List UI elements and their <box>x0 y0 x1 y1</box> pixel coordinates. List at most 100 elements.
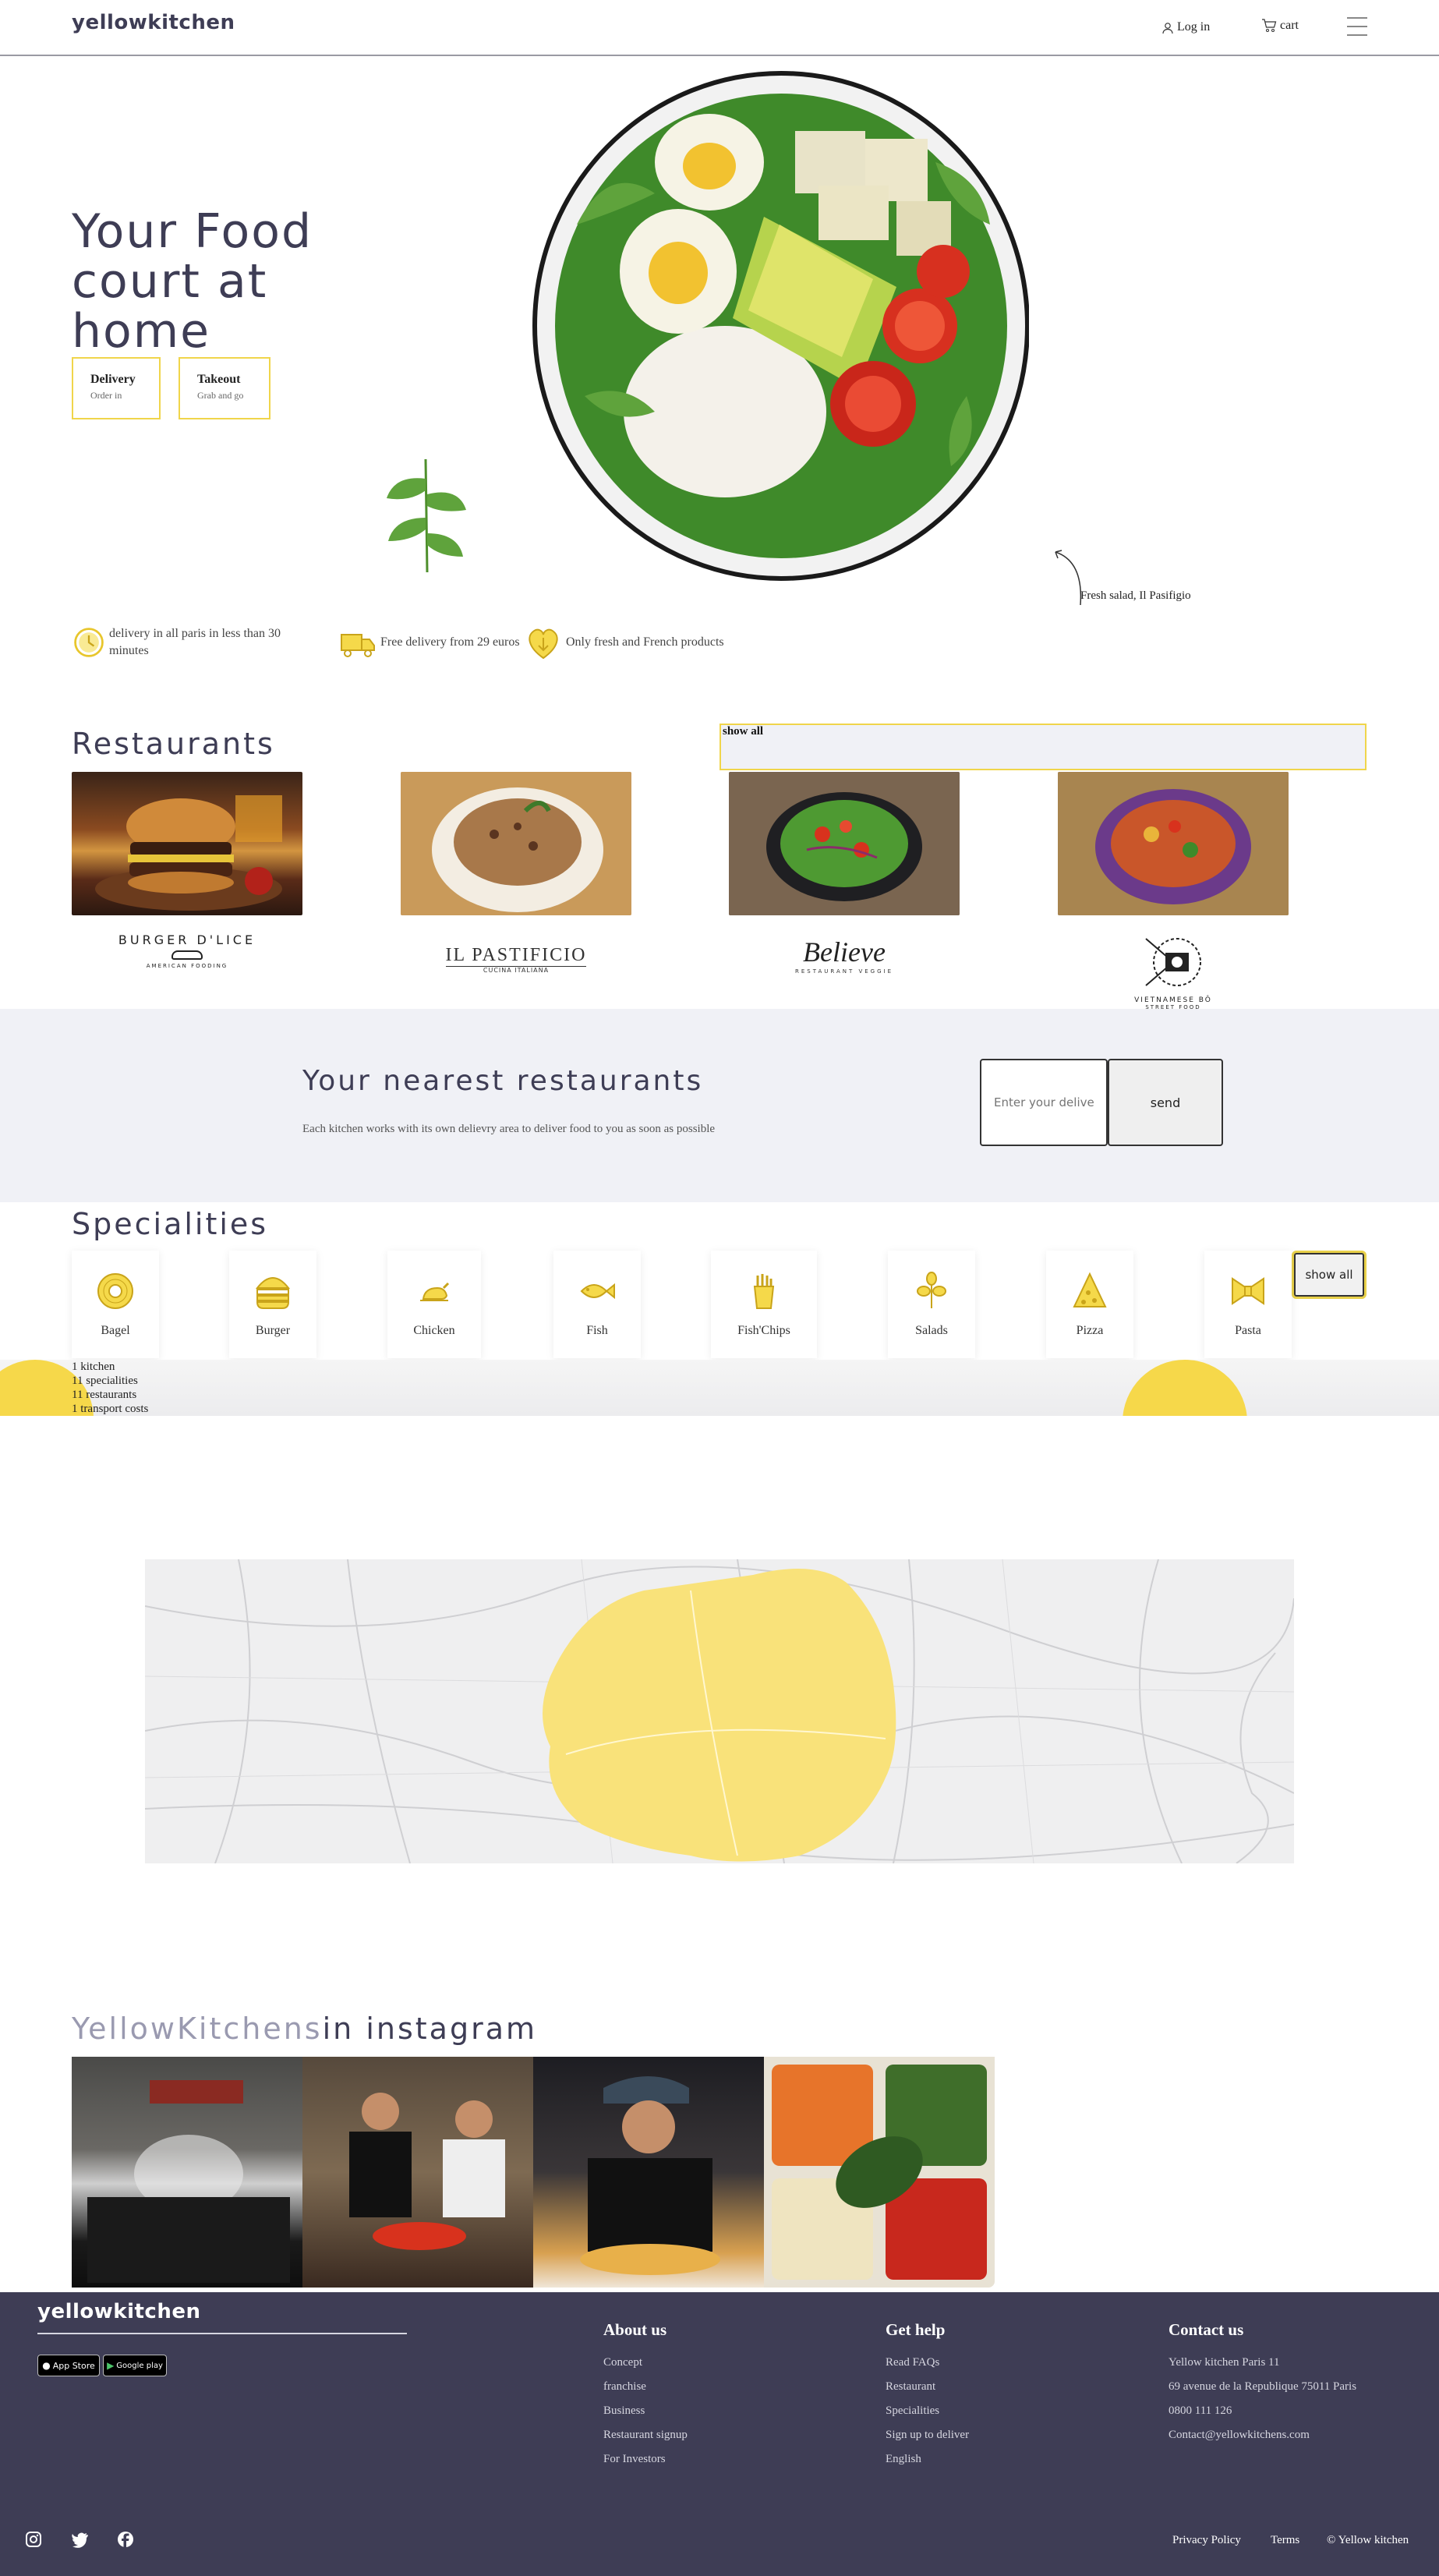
apple-icon: ● <box>42 2360 51 2371</box>
bento-box-photo <box>772 2065 987 2280</box>
chicken-icon <box>420 1282 450 1301</box>
stat-specialities: 11 specialities <box>72 1375 138 1387</box>
takeout-button[interactable]: Takeout Grab and go <box>179 357 270 419</box>
footer-contact-phone[interactable]: 0800 111 126 <box>1169 2399 1356 2423</box>
footer-link-concept[interactable]: Concept <box>603 2351 688 2375</box>
login-link[interactable]: Log in <box>1161 20 1210 34</box>
delivery-label: Delivery <box>90 373 136 386</box>
instagram-label: in instagram <box>322 2012 538 2046</box>
pizza-icon <box>1073 1272 1107 1307</box>
speciality-fish[interactable]: Fish <box>553 1251 641 1358</box>
footer-link-restaurant-signup[interactable]: Restaurant signup <box>603 2423 688 2447</box>
restaurant-card-vietnamese[interactable] <box>1058 772 1289 915</box>
footer-help-column: Get help Read FAQs Restaurant Specialiti… <box>886 2320 969 2472</box>
instagram-icon[interactable] <box>25 2531 42 2548</box>
instagram-photo-chef[interactable] <box>533 2057 764 2288</box>
footer-link-language[interactable]: English <box>886 2447 969 2472</box>
privacy-policy-link[interactable]: Privacy Policy <box>1172 2534 1241 2547</box>
footer-about-title: About us <box>603 2320 667 2339</box>
restaurant-card-burger[interactable] <box>72 772 302 915</box>
stirfry-photo <box>1058 772 1289 915</box>
restaurant-card-pasta[interactable] <box>401 772 631 915</box>
footer-link-restaurant[interactable]: Restaurant <box>886 2375 969 2399</box>
footer-contact-email[interactable]: Contact@yellowkitchens.com <box>1169 2423 1356 2447</box>
logo-vietnamese-bo[interactable]: VIETNAMESE BÔ STREET FOOD <box>1058 931 1289 1010</box>
specialities-show-all-button[interactable]: show all <box>1292 1251 1367 1299</box>
clock-icon <box>74 628 104 657</box>
stat-restaurants: 11 restaurants <box>72 1389 137 1401</box>
google-play-badge[interactable]: ▶ Google play <box>103 2355 167 2376</box>
delivery-address-input[interactable] <box>980 1059 1108 1146</box>
specialities-title: Specialities <box>72 1207 269 1241</box>
logo-yellow: yellow <box>72 11 148 34</box>
google-play-label: Google play <box>116 2361 163 2370</box>
restaurants-show-all-button[interactable]: show all <box>720 724 1367 770</box>
user-icon <box>1162 23 1173 34</box>
footer-divider <box>37 2333 407 2334</box>
feature-delivery-time: delivery in all paris in less than 30 mi… <box>72 624 306 661</box>
restaurant-name: Believe <box>803 936 886 968</box>
facebook-icon[interactable] <box>117 2531 134 2548</box>
app-store-badge[interactable]: ● App Store <box>37 2355 100 2376</box>
logo[interactable]: yellowkitchen <box>72 11 235 34</box>
logo-burger-dlice[interactable]: BURGER D'LICE AMERICAN FOODING <box>72 932 302 969</box>
street-stall-photo <box>87 2080 290 2283</box>
nearest-section: Your nearest restaurants Each kitchen wo… <box>0 1009 1439 1202</box>
takeout-sublabel: Grab and go <box>197 390 244 401</box>
delivery-area-map <box>145 1559 1294 1863</box>
stat-transport: 1 transport costs <box>72 1403 149 1415</box>
speciality-label: Fish'Chips <box>737 1324 790 1337</box>
restaurant-name: BURGER D'LICE <box>118 932 256 947</box>
footer-link-deliver-signup[interactable]: Sign up to deliver <box>886 2423 969 2447</box>
nearest-description: Each kitchen works with its own delievry… <box>302 1123 716 1135</box>
fish-chips-icon <box>753 1274 775 1309</box>
salad-icon <box>917 1272 946 1308</box>
footer-link-faqs[interactable]: Read FAQs <box>886 2351 969 2375</box>
footer-link-franchise[interactable]: franchise <box>603 2375 688 2399</box>
speciality-label: Burger <box>255 1324 291 1337</box>
twitter-icon[interactable] <box>72 2531 89 2548</box>
speciality-burger[interactable]: Burger <box>229 1251 316 1358</box>
footer-logo[interactable]: yellowkitchen <box>37 2300 201 2323</box>
restaurant-subtitle: AMERICAN FOODING <box>146 963 228 969</box>
logo-believe[interactable]: Believe RESTAURANT VEGGIE <box>729 936 960 975</box>
footer-link-investors[interactable]: For Investors <box>603 2447 688 2472</box>
restaurants-title: Restaurants <box>72 727 275 761</box>
salad-photo <box>729 772 960 915</box>
menu-icon[interactable] <box>1347 17 1367 36</box>
instagram-photo-street-food[interactable] <box>72 2057 302 2288</box>
speciality-salads[interactable]: Salads <box>888 1251 975 1358</box>
restaurant-card-veggie[interactable] <box>729 772 960 915</box>
logo-il-pastificio[interactable]: IL PASTIFICIO CUCINA ITALIANA <box>401 945 631 974</box>
play-icon: ▶ <box>107 2360 115 2371</box>
bagel-icon <box>97 1273 133 1309</box>
speciality-pizza[interactable]: Pizza <box>1046 1251 1133 1358</box>
stat-kitchens: 1 kitchen <box>72 1361 115 1373</box>
delivery-button[interactable]: Delivery Order in <box>72 357 161 419</box>
delivery-truck-icon <box>341 634 375 657</box>
cart-link[interactable]: cart <box>1261 19 1299 33</box>
speciality-fish-chips[interactable]: Fish'Chips <box>711 1251 817 1358</box>
cart-icon <box>1262 19 1277 32</box>
speciality-chicken[interactable]: Chicken <box>387 1251 481 1358</box>
speciality-bagel[interactable]: Bagel <box>72 1251 159 1358</box>
instagram-photo-bento[interactable] <box>764 2057 995 2288</box>
speciality-label: Salads <box>915 1324 948 1337</box>
instagram-photo-cooking-couple[interactable] <box>302 2057 533 2288</box>
speciality-label: Chicken <box>413 1324 455 1337</box>
stats-band <box>0 1360 1439 1416</box>
send-button[interactable]: send <box>1108 1059 1223 1146</box>
footer-link-specialities[interactable]: Specialities <box>886 2399 969 2423</box>
caption-arrow-icon <box>1055 550 1082 606</box>
footer-link-business[interactable]: Business <box>603 2399 688 2423</box>
footer-about-column: About us Concept franchise Business Rest… <box>603 2320 688 2472</box>
feature-fresh-products: Only fresh and French products <box>524 624 724 661</box>
speciality-pasta[interactable]: Pasta <box>1204 1251 1292 1358</box>
instagram-title: YellowKitchensin instagram <box>72 2012 537 2046</box>
delivery-sublabel: Order in <box>90 390 122 401</box>
nearest-title: Your nearest restaurants <box>302 1065 704 1097</box>
logo-kitchen: kitchen <box>113 2300 201 2323</box>
speciality-label: Fish <box>586 1324 608 1337</box>
speciality-label: Pizza <box>1076 1324 1104 1337</box>
terms-link[interactable]: Terms <box>1271 2534 1299 2547</box>
